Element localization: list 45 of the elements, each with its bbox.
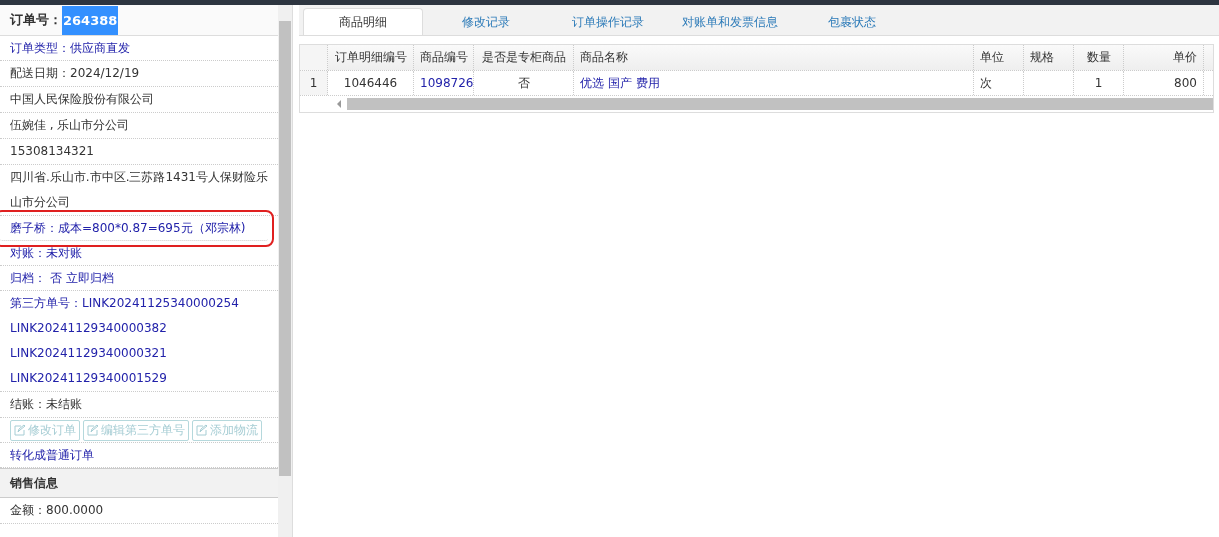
table-cell: 1 xyxy=(1074,71,1124,95)
edit-icon xyxy=(196,424,208,436)
column-header[interactable]: 单位 xyxy=(974,45,1024,70)
tracking-number[interactable]: 第三方单号：LINK20241125340000254 xyxy=(10,291,239,316)
info-link[interactable]: 磨子桥：成本=800*0.87=695元（邓宗林) xyxy=(10,219,246,237)
info-link[interactable]: 归档： 否 立即归档 xyxy=(10,269,114,287)
left-arrow-icon[interactable] xyxy=(336,100,342,108)
vertical-scrollbar[interactable] xyxy=(278,5,292,537)
info-text: 伍婉佳 , 乐山市分公司 xyxy=(10,117,130,134)
order-number-value: 264388 xyxy=(62,5,119,35)
table-cell: 800 xyxy=(1124,71,1204,95)
table-cell: 否 xyxy=(474,71,574,95)
tab[interactable]: 订单操作记录 xyxy=(549,9,667,35)
table-cell: 次 xyxy=(974,71,1024,95)
row-number: 1 xyxy=(300,71,328,95)
column-header[interactable]: 规格 xyxy=(1024,45,1074,70)
column-header[interactable]: 单价 xyxy=(1124,45,1204,70)
column-header[interactable]: 商品名称 xyxy=(574,45,974,70)
table-cell: 1046446 xyxy=(328,71,414,95)
tab[interactable]: 修改记录 xyxy=(427,9,545,35)
info-text: 结账：未结账 xyxy=(10,396,82,413)
info-text: 15308134321 xyxy=(10,143,94,160)
tracking-number[interactable]: LINK20241129340000321 xyxy=(10,341,167,366)
info-text: 金额：800.0000 xyxy=(10,502,104,519)
table-cell[interactable]: 1098726 xyxy=(414,71,474,95)
section-title: 销售信息 xyxy=(10,474,58,492)
column-header[interactable]: 数量 xyxy=(1074,45,1124,70)
tab[interactable]: 对账单和发票信息 xyxy=(671,9,789,35)
info-text: 中国人民保险股份有限公司 xyxy=(10,91,154,108)
tab[interactable]: 包裹状态 xyxy=(793,9,911,35)
column-header[interactable]: 订单明细编号 xyxy=(328,45,414,70)
tracking-number[interactable]: LINK20241129340001529 xyxy=(10,366,167,391)
column-header[interactable]: 是否是专柜商品 xyxy=(474,45,574,70)
info-text: 四川省.乐山市.市中区.三苏路1431号人保财险乐山市分公司 xyxy=(10,169,268,211)
tracking-number[interactable]: LINK20241129340000382 xyxy=(10,316,167,341)
order-number-label: 订单号： xyxy=(10,11,62,29)
tab[interactable]: 商品明细 xyxy=(303,8,423,35)
info-link[interactable]: 订单类型：供应商直发 xyxy=(10,39,130,57)
info-link[interactable]: 对账：未对账 xyxy=(10,244,82,262)
info-link[interactable]: 转化成普通订单 xyxy=(10,446,94,464)
table-cell[interactable]: 优选 国产 费用 xyxy=(574,71,974,95)
edit-icon xyxy=(87,424,99,436)
edit-icon xyxy=(14,424,26,436)
info-text: 配送日期：2024/12/19 xyxy=(10,65,140,82)
column-header[interactable]: 商品编号 xyxy=(414,45,474,70)
